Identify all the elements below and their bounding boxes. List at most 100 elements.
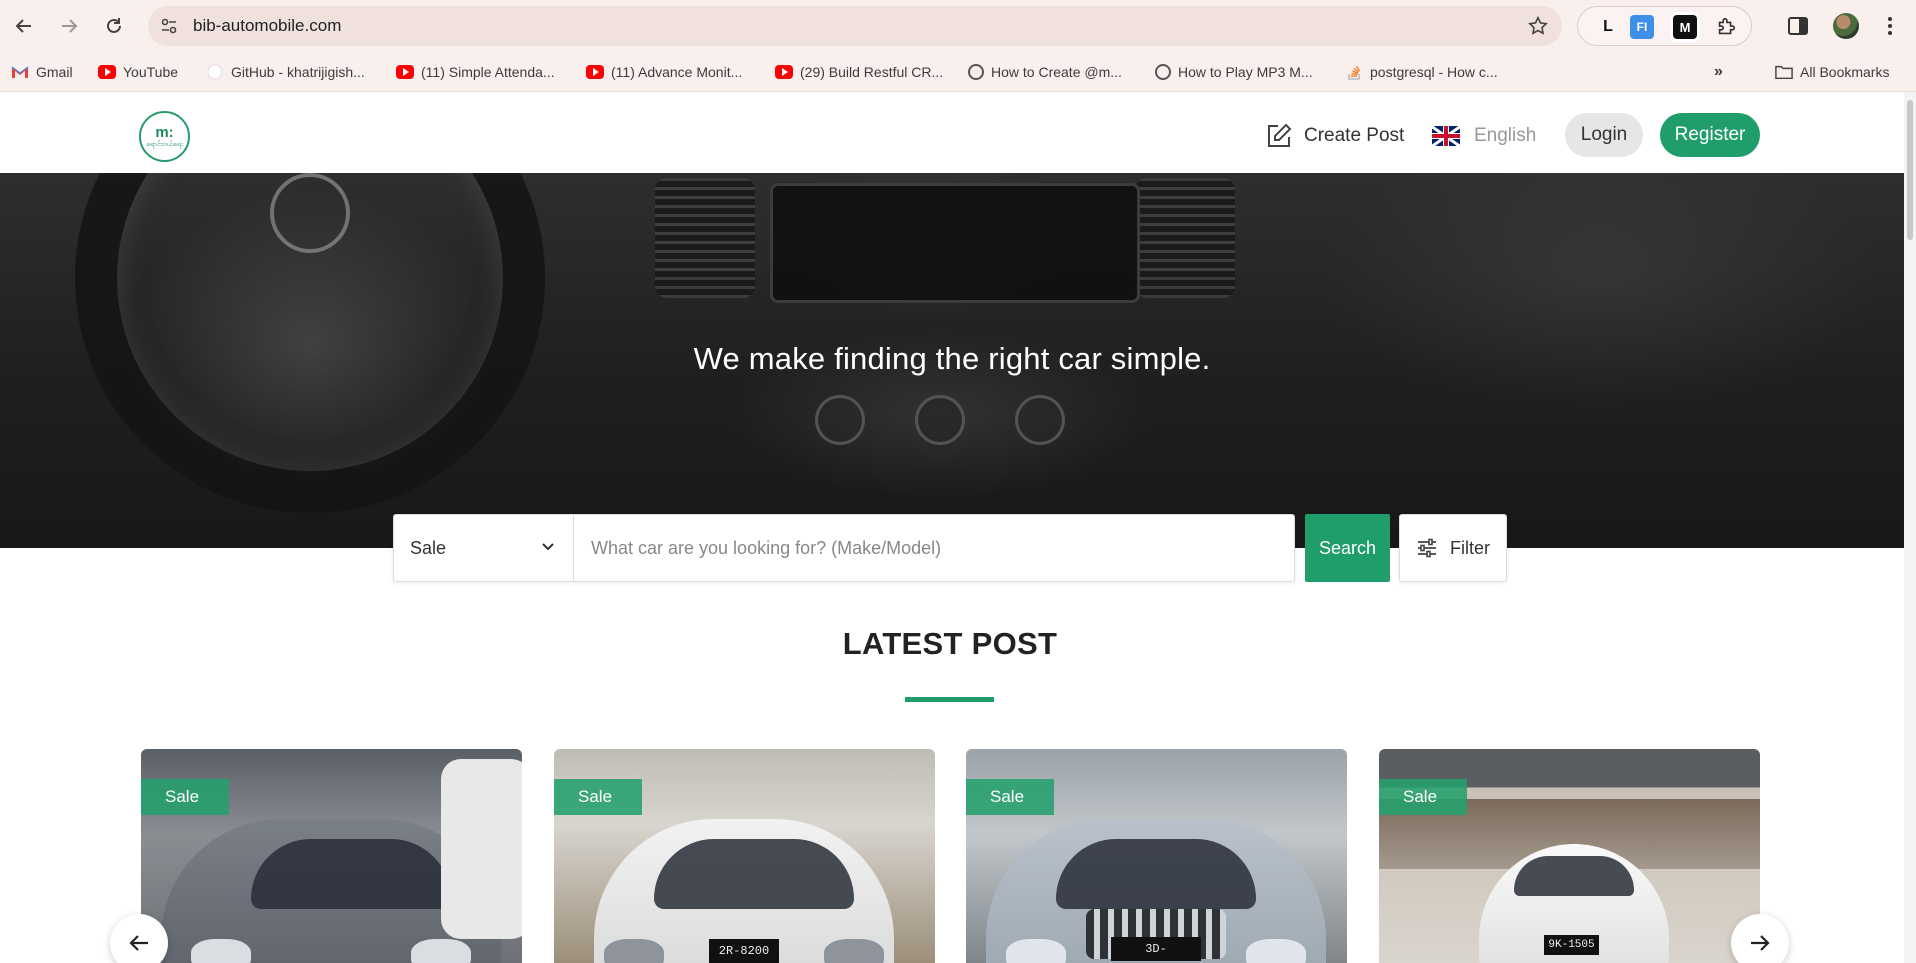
sale-badge: Sale	[966, 779, 1054, 815]
bookmark-advance-monit[interactable]: (11) Advance Monit...	[586, 62, 742, 82]
profile-avatar[interactable]	[1833, 13, 1859, 39]
create-post-label: Create Post	[1304, 125, 1405, 146]
youtube-icon	[775, 65, 793, 79]
listing-type-value: Sale	[410, 537, 447, 558]
bookmark-star-icon[interactable]	[1526, 14, 1550, 38]
site-logo[interactable]: m: ရောင်းဝယ်ရေး	[139, 111, 190, 162]
back-icon[interactable]	[9, 11, 39, 41]
extension-l-icon[interactable]: L	[1596, 15, 1620, 39]
extension-m-icon[interactable]: M	[1673, 15, 1697, 39]
site-header: m: ရောင်းဝယ်ရေး Create Post English Logi…	[0, 92, 1916, 173]
latest-post-title: LATEST POST	[842, 626, 1058, 661]
bookmark-youtube[interactable]: YouTube	[98, 62, 178, 82]
bookmark-label: GitHub - khatrijigish...	[231, 64, 365, 80]
register-button[interactable]: Register	[1660, 113, 1760, 157]
address-bar[interactable]: bib-automobile.com	[148, 6, 1562, 46]
extension-fi-icon[interactable]: FI	[1630, 15, 1654, 39]
hero-knob	[915, 395, 965, 445]
bookmark-label: How to Play MP3 M...	[1178, 64, 1313, 80]
listing-type-select[interactable]: Sale	[394, 515, 574, 581]
carousel-prev-button[interactable]	[110, 914, 168, 963]
bookmark-github[interactable]: GitHub - khatrijigish...	[206, 62, 365, 82]
sale-badge: Sale	[141, 779, 229, 815]
car-headlight	[1006, 939, 1066, 963]
bookmark-label: Gmail	[36, 64, 73, 80]
bookmark-build-restful[interactable]: (29) Build Restful CR...	[775, 62, 943, 82]
bookmark-simple-attendance[interactable]: (11) Simple Attenda...	[396, 62, 555, 82]
license-plate: 2R-8200	[709, 939, 779, 963]
car-photo-background	[441, 759, 522, 939]
gmail-icon	[11, 65, 29, 79]
uk-flag-icon	[1432, 126, 1460, 146]
chevron-down-icon	[542, 543, 554, 551]
search-button[interactable]: Search	[1305, 514, 1390, 582]
side-panel-icon[interactable]	[1784, 12, 1812, 40]
reload-icon[interactable]	[99, 11, 129, 41]
site-info-icon[interactable]	[158, 15, 180, 37]
forward-icon[interactable]	[54, 11, 84, 41]
hero-knob	[815, 395, 865, 445]
create-post-link[interactable]: Create Post	[1266, 122, 1404, 150]
car-windshield	[654, 839, 854, 909]
bookmark-how-to-play-mp3[interactable]: How to Play MP3 M...	[1155, 62, 1313, 82]
car-headlight	[1246, 939, 1306, 963]
page-scrollbar[interactable]	[1904, 92, 1916, 963]
search-bar: Sale	[393, 514, 1295, 582]
all-bookmarks-folder[interactable]: All Bookmarks	[1775, 62, 1889, 82]
car-search-input[interactable]	[575, 515, 1293, 581]
logo-text: m:	[155, 123, 174, 141]
car-windshield	[1514, 856, 1634, 896]
bookmark-label: How to Create @m...	[991, 64, 1122, 80]
stackoverflow-icon	[1345, 65, 1363, 80]
sliders-icon	[1418, 538, 1436, 558]
filter-button[interactable]: Filter	[1399, 514, 1507, 582]
post-card[interactable]: 9K-1505 Sale	[1379, 749, 1760, 963]
car-headlight	[824, 939, 884, 963]
bookmark-how-to-create[interactable]: How to Create @m...	[968, 62, 1122, 82]
browser-menu-icon[interactable]	[1876, 12, 1904, 40]
extensions-group: L FI M	[1577, 6, 1752, 46]
hero-title: We make finding the right car simple.	[693, 341, 1211, 376]
hero-vent	[1135, 178, 1235, 298]
globe-icon	[1155, 64, 1171, 80]
license-plate: 9K-1505	[1544, 935, 1599, 955]
car-headlight	[604, 939, 664, 963]
youtube-icon	[396, 65, 414, 79]
scrollbar-thumb[interactable]	[1907, 100, 1913, 240]
post-card[interactable]: 2R-8200 Sale	[554, 749, 935, 963]
bookmark-label: (11) Advance Monit...	[611, 64, 743, 80]
extensions-puzzle-icon[interactable]	[1714, 15, 1738, 39]
car-windshield	[1056, 839, 1256, 909]
filter-label: Filter	[1450, 537, 1490, 558]
bookmark-label: postgresql - How c...	[1370, 64, 1498, 80]
bookmark-postgresql[interactable]: postgresql - How c...	[1345, 62, 1498, 82]
hero-logo-hub	[270, 173, 350, 253]
bookmark-label: (11) Simple Attenda...	[421, 64, 555, 80]
hero-banner: We make finding the right car simple.	[0, 173, 1904, 548]
all-bookmarks-label: All Bookmarks	[1800, 64, 1890, 80]
bookmarks-overflow-icon[interactable]: »	[1714, 62, 1723, 82]
post-card[interactable]: 3D- Sale	[966, 749, 1347, 963]
globe-icon	[968, 64, 984, 80]
hero-dashboard-screen	[770, 183, 1140, 303]
folder-icon	[1775, 65, 1793, 80]
language-label: English	[1474, 125, 1537, 146]
bookmark-label: (29) Build Restful CR...	[800, 64, 944, 80]
bookmarks-bar: Gmail YouTube GitHub - khatrijigish... (…	[0, 52, 1916, 92]
bookmark-gmail[interactable]: Gmail	[11, 62, 73, 82]
car-headlight	[411, 939, 471, 963]
title-underline	[905, 697, 994, 702]
github-icon	[206, 64, 224, 80]
post-card[interactable]: Sale	[141, 749, 522, 963]
edit-icon	[1268, 123, 1292, 147]
carousel-next-button[interactable]	[1731, 914, 1789, 963]
car-headlight	[191, 939, 251, 963]
login-button[interactable]: Login	[1565, 113, 1643, 157]
sale-badge: Sale	[554, 779, 642, 815]
language-selector[interactable]: English	[1432, 122, 1536, 150]
arrow-left-icon	[129, 935, 148, 951]
bookmark-label: YouTube	[123, 64, 179, 80]
car-windshield	[251, 839, 451, 909]
sale-badge: Sale	[1379, 779, 1467, 815]
license-plate: 3D-	[1111, 937, 1201, 961]
